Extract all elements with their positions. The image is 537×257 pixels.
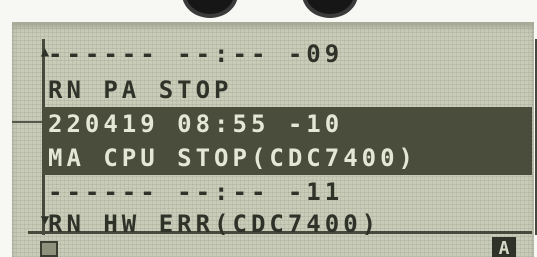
log-row-text: ------ --:-- -09 <box>48 40 344 68</box>
log-row-message[interactable]: RN PA STOP <box>42 73 532 107</box>
log-row-message[interactable]: RN HW ERR(CDC7400) <box>42 207 532 241</box>
lcd-screen: ▲ ------ --:-- -09 RN PA STOP 220419 08:… <box>12 22 537 257</box>
log-row-text: MA CPU STOP(CDC7400) <box>48 144 417 172</box>
log-row-text: ------ --:-- -11 <box>48 178 344 206</box>
log-row-text: 220419 08:55 -10 <box>48 110 344 138</box>
softkey-left-icon[interactable] <box>40 241 58 257</box>
left-dial[interactable] <box>182 0 238 18</box>
log-row-header-10-selected[interactable]: 220419 08:55 -10 <box>42 107 532 141</box>
log-row-message-selected[interactable]: MA CPU STOP(CDC7400) <box>42 141 532 175</box>
softkey-right-button[interactable]: A <box>492 237 516 257</box>
softkey-right-label: A <box>498 238 510 257</box>
log-row-text: RN PA STOP <box>48 76 233 104</box>
log-row-header-11[interactable]: ------ --:-- -11 <box>42 175 532 209</box>
log-row-header-09[interactable]: ------ --:-- -09 <box>42 37 532 71</box>
log-row-text: RN HW ERR(CDC7400) <box>48 210 381 238</box>
scroll-down-arrow-icon[interactable]: ▼ <box>38 213 52 227</box>
hmi-panel: ▲ ------ --:-- -09 RN PA STOP 220419 08:… <box>0 0 537 257</box>
right-dial[interactable] <box>302 0 358 18</box>
